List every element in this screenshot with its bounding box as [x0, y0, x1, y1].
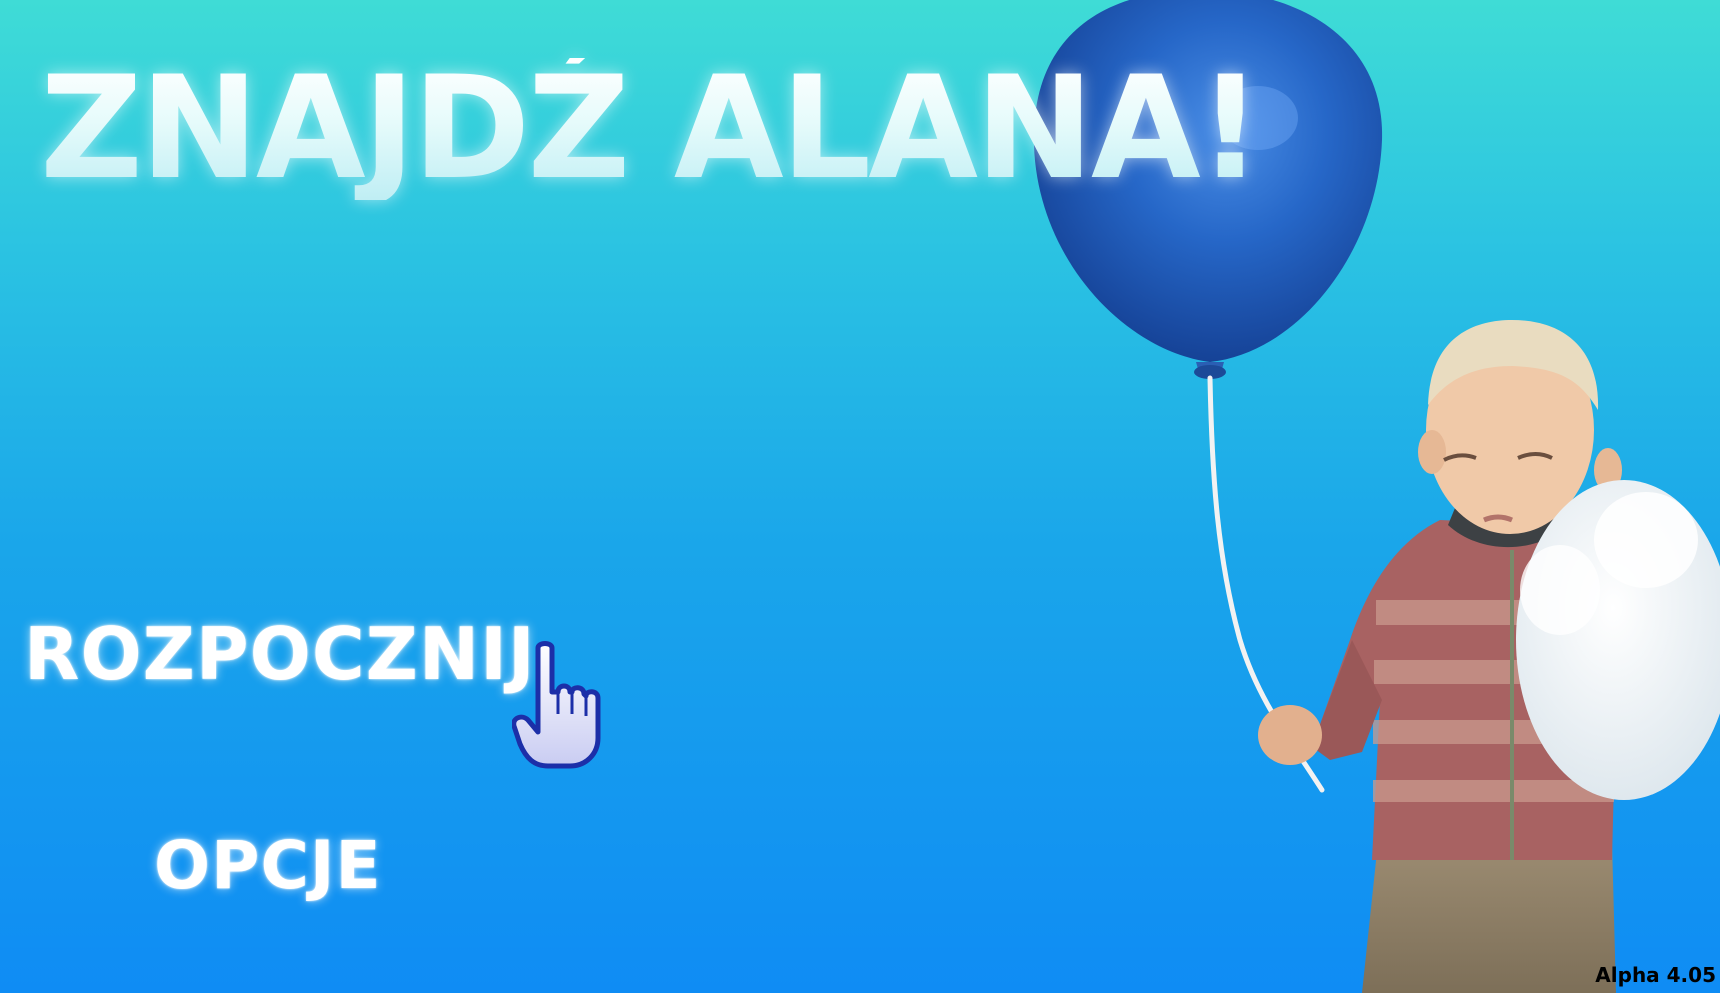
game-title: ZNAJDŹ ALANA!: [40, 46, 1263, 211]
start-button[interactable]: ROZPOCZNIJ: [24, 612, 536, 696]
child-figure: [1258, 320, 1720, 993]
pointing-hand-icon: [512, 641, 601, 769]
options-button[interactable]: OPCJE: [154, 827, 382, 904]
version-label: Alpha 4.05: [1595, 963, 1716, 987]
